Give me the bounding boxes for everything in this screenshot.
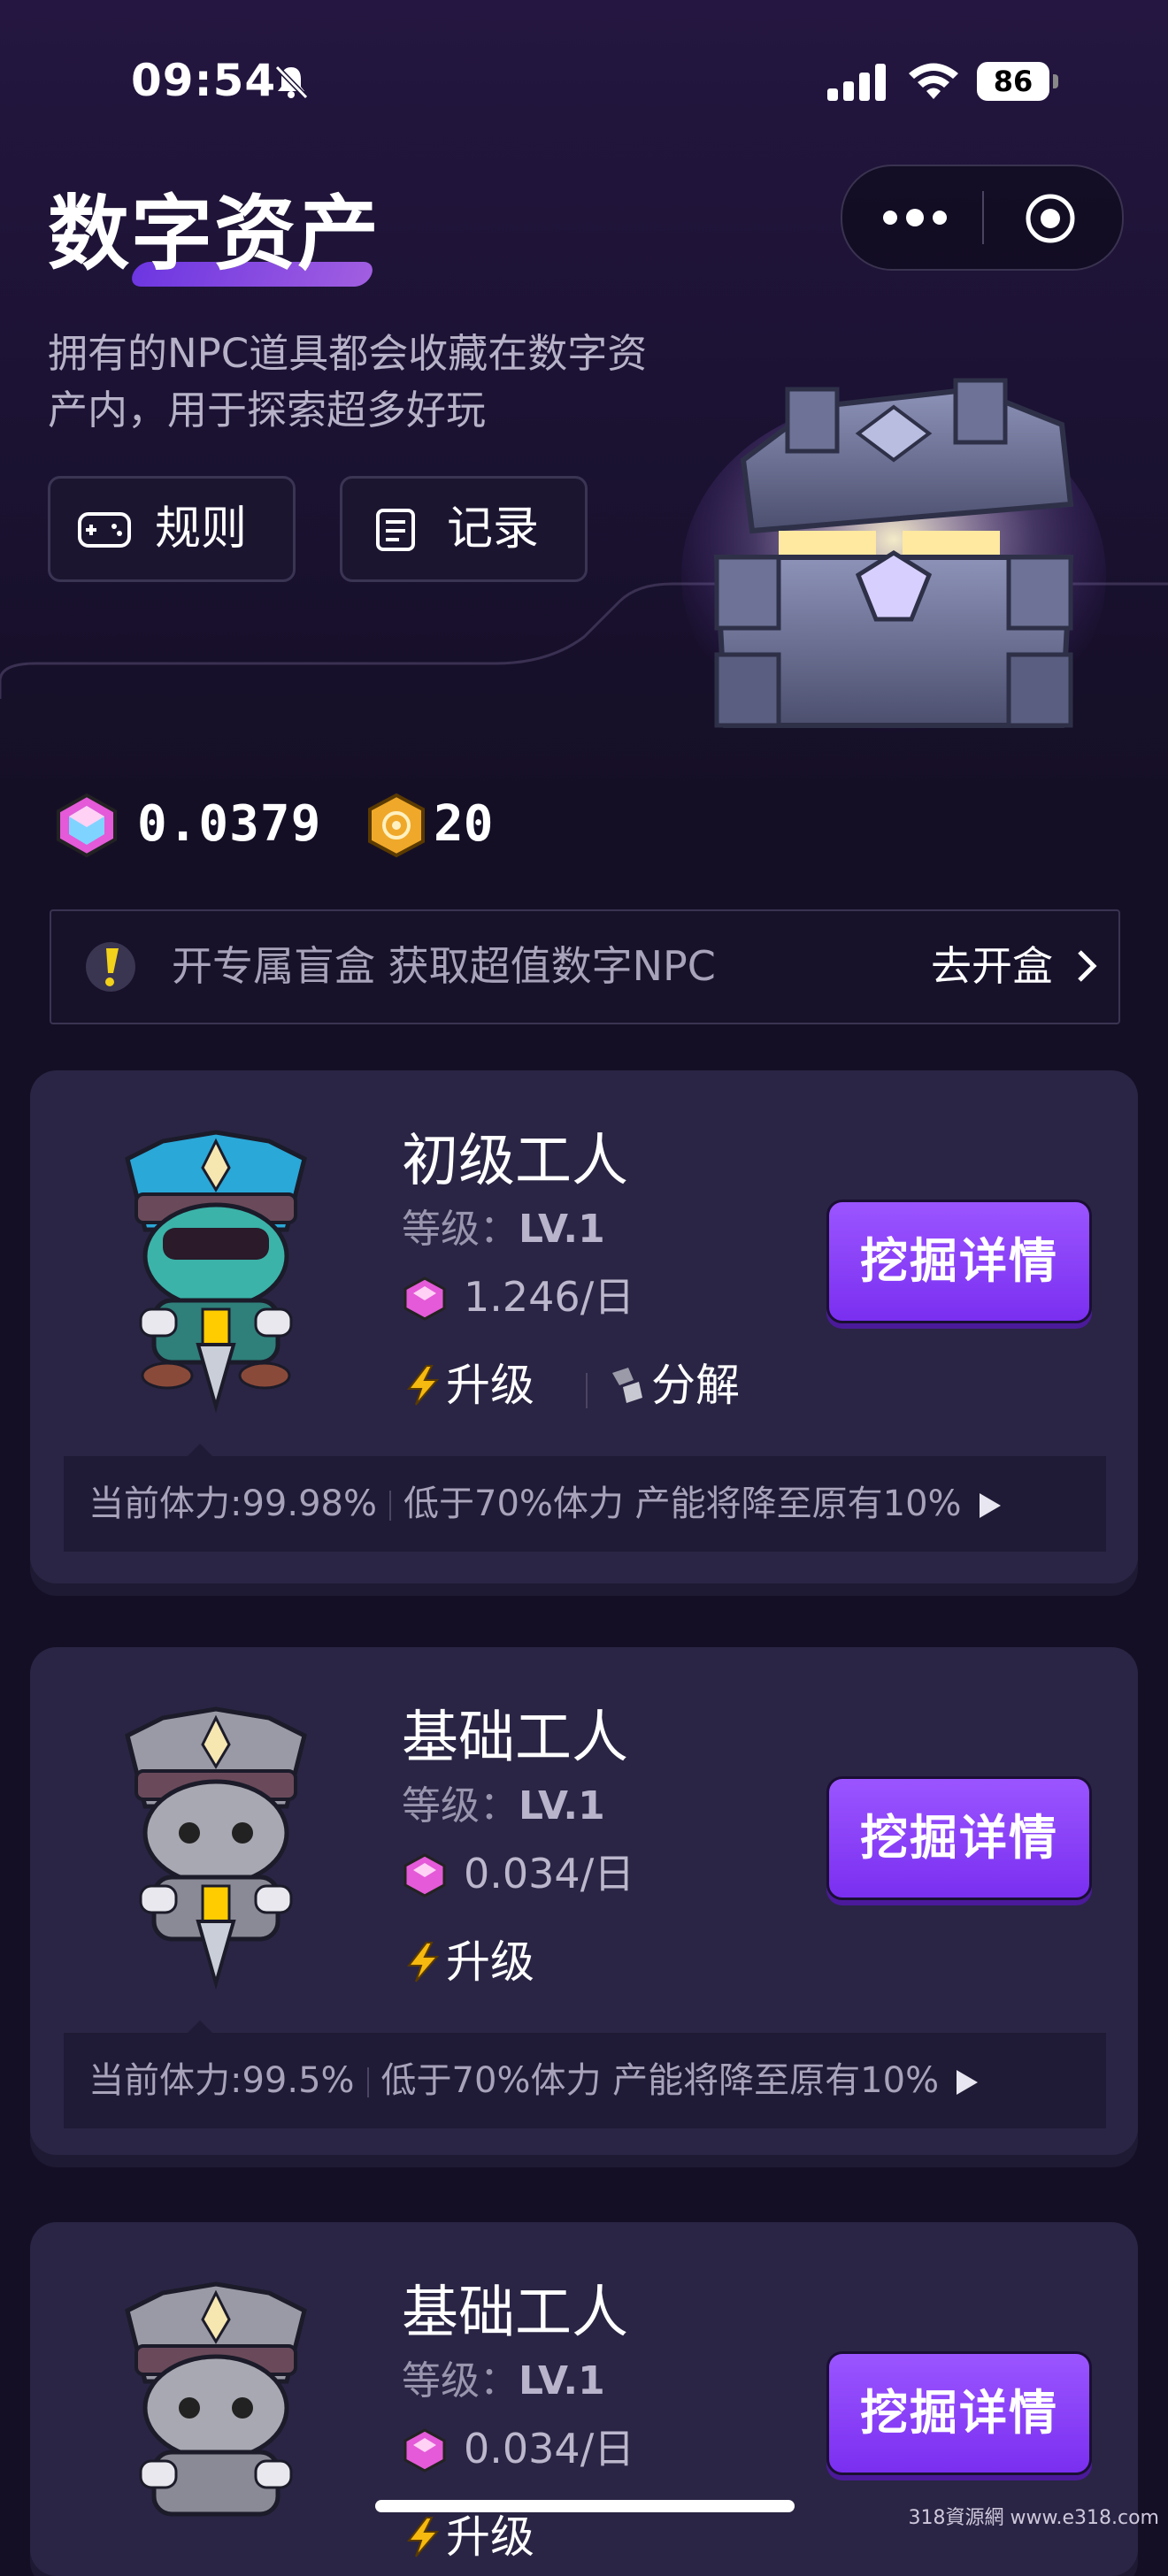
rules-label: 规则	[155, 502, 248, 556]
upgrade-button[interactable]: 升级	[446, 1355, 534, 1415]
status-time: 09:54	[131, 55, 277, 106]
gem-icon	[57, 793, 117, 858]
stamina-text: 当前体力:99.5% 低于70%体力 产能将降至原有10%	[88, 2051, 979, 2111]
level-value: LV.1	[519, 1783, 605, 1828]
lightning-icon	[406, 1942, 440, 1982]
stamina-value: 当前体力:99.5%	[88, 2060, 355, 2101]
notice-text: 开专属盲盒 获取超值数字NPC	[172, 942, 716, 990]
gem-icon	[403, 1276, 446, 1321]
bell-muted-icon	[274, 65, 309, 100]
npc-name: 基础工人	[402, 2281, 628, 2346]
stamina-pointer	[188, 1444, 212, 1456]
stamina-bar[interactable]: 当前体力:99.98% 低于70%体力 产能将降至原有10%	[64, 1444, 1106, 1552]
mining-details-button[interactable]: 挖掘详情	[826, 1200, 1092, 1323]
capsule-divider	[982, 191, 984, 244]
stamina-text: 当前体力:99.98% 低于70%体力 产能将降至原有10%	[88, 1474, 1001, 1534]
stamina-bar[interactable]: 当前体力:99.5% 低于70%体力 产能将降至原有10%	[64, 2020, 1106, 2128]
disassemble-button[interactable]: 分解	[651, 1355, 740, 1415]
gem-balance: 0.0379	[137, 795, 322, 853]
play-icon	[957, 2070, 979, 2095]
battery-level: 86	[977, 62, 1049, 101]
daily-yield: 1.246/日	[464, 1273, 635, 1321]
npc-name: 初级工人	[402, 1129, 628, 1194]
level-label: 等级：	[402, 2358, 519, 2404]
upgrade-button[interactable]: 升级	[446, 1932, 534, 1992]
mining-details-button[interactable]: 挖掘详情	[826, 2351, 1092, 2475]
status-bar: 09:54 86	[0, 55, 1168, 117]
npc-level: 等级：LV.1	[402, 1778, 605, 1835]
gamepad-icon	[78, 512, 131, 548]
home-indicator	[375, 2500, 795, 2512]
gem-icon	[403, 2428, 446, 2472]
npc-name: 基础工人	[402, 1706, 628, 1771]
lightning-icon	[406, 2517, 440, 2557]
records-label: 记录	[447, 502, 540, 556]
npc-level: 等级：LV.1	[402, 2353, 605, 2410]
play-icon	[979, 1493, 1001, 1518]
coin-balance: 20	[434, 795, 494, 853]
stamina-pointer	[188, 2020, 212, 2033]
lightning-icon	[406, 1365, 440, 1406]
rules-button[interactable]: 规则	[48, 476, 296, 582]
close-miniprogram-icon[interactable]	[1025, 193, 1076, 244]
records-button[interactable]: 记录	[340, 476, 588, 582]
gold-coin-icon	[368, 793, 425, 858]
disassemble-icon	[612, 1368, 642, 1403]
stamina-divider	[389, 1491, 391, 1521]
treasure-chest-illustration	[681, 378, 1106, 752]
level-label: 等级：	[402, 1783, 519, 1828]
exclamation-icon	[86, 942, 135, 992]
document-list-icon	[376, 509, 415, 551]
stamina-note: 低于70%体力 产能将降至原有10%	[380, 2060, 940, 2101]
worker-avatar	[125, 1706, 307, 1990]
worker-avatar	[125, 2281, 307, 2517]
page-description: 拥有的NPC道具都会收藏在数字资产内，用于探索超多好玩	[48, 330, 648, 433]
battery-indicator: 86	[977, 62, 1058, 101]
daily-yield: 0.034/日	[464, 2425, 635, 2472]
action-divider	[586, 1373, 588, 1408]
blind-box-notice[interactable]: 开专属盲盒 获取超值数字NPC 去开盒	[50, 909, 1120, 1024]
open-box-link[interactable]: 去开盒	[931, 938, 1053, 994]
daily-yield: 0.034/日	[464, 1850, 635, 1898]
level-label: 等级：	[402, 1207, 519, 1252]
miniprogram-capsule	[841, 165, 1124, 271]
worker-avatar	[125, 1130, 307, 1414]
npc-card: 基础工人 等级：LV.1 0.034/日 升级 挖掘详情 当前体力:99.5% 低…	[30, 1647, 1138, 2155]
battery-nub	[1053, 74, 1058, 88]
npc-level: 等级：LV.1	[402, 1201, 605, 1258]
stamina-value: 当前体力:99.98%	[88, 1484, 377, 1524]
level-value: LV.1	[519, 1207, 605, 1252]
level-value: LV.1	[519, 2358, 605, 2404]
chevron-right-icon	[1078, 950, 1097, 982]
page-title: 数字资产	[48, 187, 381, 281]
stamina-note: 低于70%体力 产能将降至原有10%	[403, 1484, 962, 1524]
stamina-divider	[366, 2067, 369, 2097]
wifi-icon	[909, 63, 958, 99]
watermark: 318資源網 www.e318.com	[908, 2507, 1159, 2529]
upgrade-button[interactable]: 升级	[446, 2507, 534, 2567]
cellular-signal-icon	[827, 64, 886, 101]
more-dots-icon[interactable]	[881, 202, 949, 234]
mining-details-button[interactable]: 挖掘详情	[826, 1776, 1092, 1900]
npc-card: 初级工人 等级：LV.1 1.246/日 升级 分解 挖掘详情 当前体力:99.…	[30, 1070, 1138, 1583]
gem-icon	[403, 1853, 446, 1898]
